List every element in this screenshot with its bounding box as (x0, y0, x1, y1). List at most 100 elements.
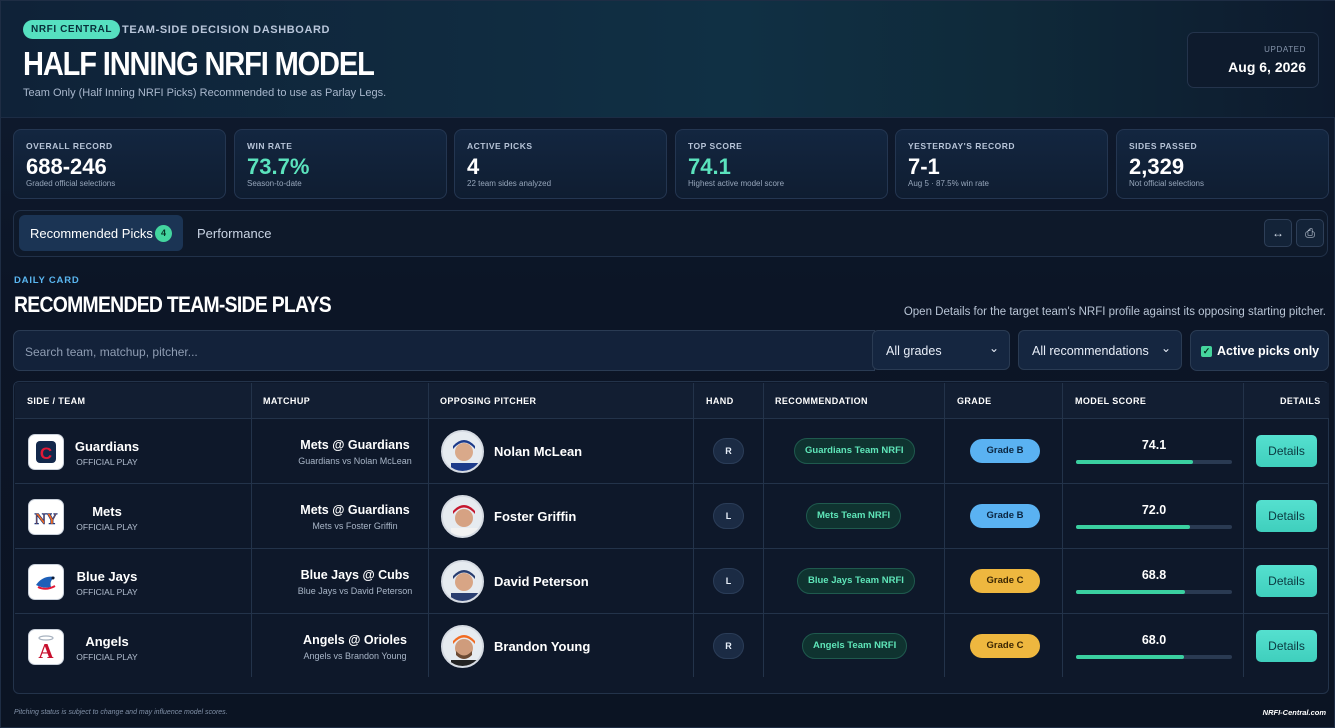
matchup-detail: Blue Jays vs David Peterson (297, 586, 413, 596)
team-name: Blue Jays (76, 569, 138, 584)
stat-overall-record: OVERALL RECORD 688-246 Graded official s… (13, 129, 226, 199)
select-value: All grades (886, 344, 942, 358)
svg-text:NY: NY (34, 511, 58, 528)
matchup-detail: Angels vs Brandon Young (303, 651, 407, 661)
stat-note: Season-to-date (247, 179, 302, 188)
stat-note: Aug 5 · 87.5% win rate (908, 179, 989, 188)
pitcher-name: Nolan McLean (494, 444, 583, 459)
score-bar-fill (1076, 460, 1193, 464)
score-bar-fill (1076, 525, 1190, 529)
grade-badge: Grade B (970, 439, 1040, 463)
stat-label: YESTERDAY'S RECORD (908, 141, 1016, 151)
select-value: All recommendations (1032, 344, 1149, 358)
official-play-tag: OFFICIAL PLAY (76, 457, 138, 467)
model-score: 74.1 (1141, 438, 1167, 452)
recommendation-badge: Angels Team NRFI (802, 633, 908, 659)
tab-performance[interactable]: Performance (197, 226, 271, 241)
stat-label: WIN RATE (247, 141, 293, 151)
team-name: Guardians (74, 439, 140, 454)
col-header-team: SIDE / TEAM (27, 396, 86, 406)
grade-badge: Grade C (970, 634, 1040, 658)
col-header-pitcher: OPPOSING PITCHER (440, 396, 537, 406)
hero-header: NRFI CENTRAL TEAM-SIDE DECISION DASHBOAR… (1, 1, 1335, 118)
tabs-bar: Recommended Picks 4 Performance ↔ ⎙ (13, 210, 1328, 257)
team-logo-mets: NY (28, 499, 64, 535)
checkbox-checked-icon[interactable]: ✓ (1201, 346, 1212, 357)
col-header-matchup: MATCHUP (263, 396, 311, 406)
table-row: Blue Jays OFFICIAL PLAY Blue Jays @ Cubs… (15, 549, 1329, 614)
share-icon[interactable]: ⎙ (1296, 219, 1324, 247)
model-score: 68.0 (1141, 633, 1167, 647)
score-bar-fill (1076, 590, 1186, 594)
stat-value: 2,329 (1129, 154, 1185, 179)
stat-value: 7-1 (908, 154, 940, 179)
search-input[interactable]: Search team, matchup, pitcher... (13, 330, 875, 371)
official-play-tag: OFFICIAL PLAY (76, 652, 138, 662)
pitcher-name: Foster Griffin (494, 509, 577, 524)
active-picks-label: Active picks only (1217, 344, 1320, 358)
tab-label: Recommended Picks (30, 226, 153, 241)
search-placeholder: Search team, matchup, pitcher... (25, 345, 198, 359)
updated-label: UPDATED (1264, 45, 1306, 54)
team-logo-blue-jays (28, 564, 64, 600)
page-subtitle: Team Only (Half Inning NRFI Picks) Recom… (23, 87, 387, 99)
hand-badge: R (713, 438, 744, 464)
col-header-hand: HAND (706, 396, 734, 406)
matchup: Angels @ Orioles (303, 633, 407, 647)
score-bar (1076, 460, 1232, 464)
svg-text:A: A (38, 639, 54, 663)
pitcher-avatar (441, 430, 484, 473)
tab-count-badge: 4 (155, 225, 172, 242)
brand-badge: NRFI CENTRAL (23, 20, 121, 39)
pitcher-avatar (441, 625, 484, 668)
tab-recommended-picks[interactable]: Recommended Picks 4 (19, 215, 183, 251)
hand-badge: L (713, 503, 744, 529)
matchup-detail: Guardians vs Nolan McLean (298, 456, 412, 466)
details-button[interactable]: Details (1256, 630, 1317, 662)
stat-label: TOP SCORE (688, 141, 743, 151)
active-picks-toggle[interactable]: ✓ Active picks only (1190, 330, 1329, 371)
svg-text:C: C (40, 444, 52, 463)
matchup: Mets @ Guardians (300, 438, 410, 452)
hand-badge: L (713, 568, 744, 594)
recommendation-select[interactable]: All recommendations ⌄ (1018, 330, 1182, 370)
details-button[interactable]: Details (1256, 435, 1317, 467)
details-button[interactable]: Details (1256, 565, 1317, 597)
stat-value: 4 (467, 154, 480, 179)
pitcher-name: Brandon Young (494, 639, 591, 654)
stat-win-rate: WIN RATE 73.7% Season-to-date (234, 129, 447, 199)
col-header-details: DETAILS (1280, 396, 1321, 406)
official-play-tag: OFFICIAL PLAY (76, 587, 138, 597)
stat-note: Highest active model score (688, 179, 785, 188)
table-row: C Guardians OFFICIAL PLAY Mets @ Guardia… (15, 419, 1329, 484)
chevron-down-icon: ⌄ (1160, 341, 1171, 355)
page-title: HALF INNING NRFI MODEL (23, 45, 375, 82)
recommendation-badge: Blue Jays Team NRFI (797, 568, 915, 594)
stat-note: Graded official selections (26, 179, 116, 188)
score-bar (1076, 590, 1232, 594)
expand-icon[interactable]: ↔ (1264, 219, 1292, 247)
team-name: Angels (85, 634, 129, 649)
details-button[interactable]: Details (1256, 500, 1317, 532)
score-bar (1076, 655, 1232, 659)
grade-badge: Grade C (970, 569, 1040, 593)
stat-yesterday-record: YESTERDAY'S RECORD 7-1 Aug 5 · 87.5% win… (895, 129, 1108, 199)
grade-select[interactable]: All grades ⌄ (872, 330, 1010, 370)
pitcher-name: David Peterson (494, 574, 589, 589)
team-name: Mets (92, 504, 122, 519)
col-header-score: MODEL SCORE (1075, 396, 1147, 406)
table-row: A Angels OFFICIAL PLAY Angels @ Orioles … (15, 614, 1329, 679)
stat-label: OVERALL RECORD (26, 141, 113, 151)
stat-value: 74.1 (688, 154, 731, 179)
table-row: NY Mets OFFICIAL PLAY Mets @ Guardians M… (15, 484, 1329, 549)
team-logo-guardians: C (28, 434, 64, 470)
stat-label: ACTIVE PICKS (467, 141, 533, 151)
grade-badge: Grade B (970, 504, 1040, 528)
col-header-grade: GRADE (957, 396, 992, 406)
stat-sides-passed: SIDES PASSED 2,329 Not official selectio… (1116, 129, 1329, 199)
stat-value: 688-246 (26, 154, 107, 179)
stat-label: SIDES PASSED (1129, 141, 1198, 151)
matchup: Mets @ Guardians (300, 503, 410, 517)
score-bar (1076, 525, 1232, 529)
official-play-tag: OFFICIAL PLAY (76, 522, 138, 532)
